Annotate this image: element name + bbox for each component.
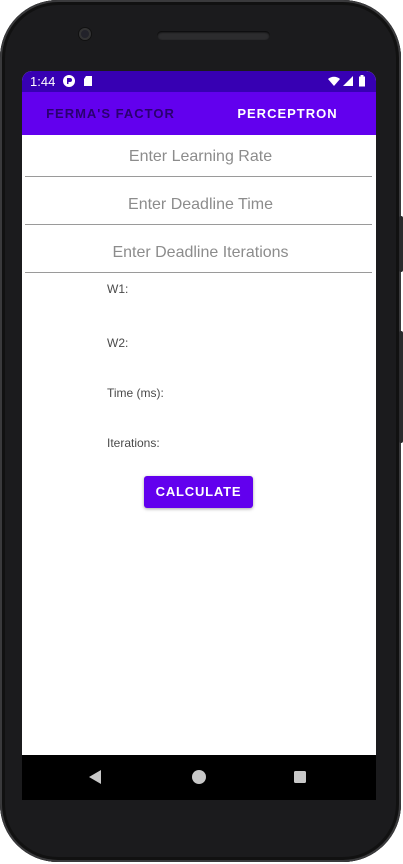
iterations-label: Iterations: — [107, 436, 160, 450]
deadline-iterations-input[interactable] — [25, 232, 376, 274]
learning-rate-field — [25, 136, 376, 178]
time-label: Time (ms): — [107, 386, 164, 400]
cell-signal-icon — [343, 76, 353, 86]
tab-fermas-factor[interactable]: FERMA'S FACTOR — [22, 92, 199, 135]
sd-card-icon — [84, 76, 92, 86]
calculate-button[interactable]: CALCULATE — [144, 476, 253, 508]
power-button — [399, 216, 403, 272]
w2-label: W2: — [107, 336, 129, 350]
status-time: 1:44 — [30, 74, 56, 89]
wifi-icon — [328, 76, 340, 86]
home-icon[interactable] — [191, 769, 207, 785]
deadline-iterations-field — [25, 232, 376, 274]
tab-perceptron[interactable]: PERCEPTRON — [199, 92, 376, 135]
w1-label: W1: — [107, 282, 129, 296]
deadline-time-input[interactable] — [25, 184, 376, 226]
app-screen: 1:44 FERMA'S FACTOR PERCEPTRON W1: W2: T… — [22, 71, 376, 755]
front-camera — [79, 28, 91, 40]
earpiece-speaker — [157, 31, 270, 40]
tab-bar: FERMA'S FACTOR PERCEPTRON — [22, 92, 376, 135]
battery-icon — [359, 75, 365, 87]
deadline-time-field — [25, 184, 376, 226]
back-icon[interactable] — [88, 769, 102, 785]
photo-app-icon — [63, 75, 75, 87]
learning-rate-input[interactable] — [25, 136, 376, 178]
recents-icon[interactable] — [293, 770, 307, 784]
status-bar: 1:44 — [22, 71, 376, 92]
volume-button — [399, 331, 403, 443]
navigation-bar — [22, 755, 376, 800]
